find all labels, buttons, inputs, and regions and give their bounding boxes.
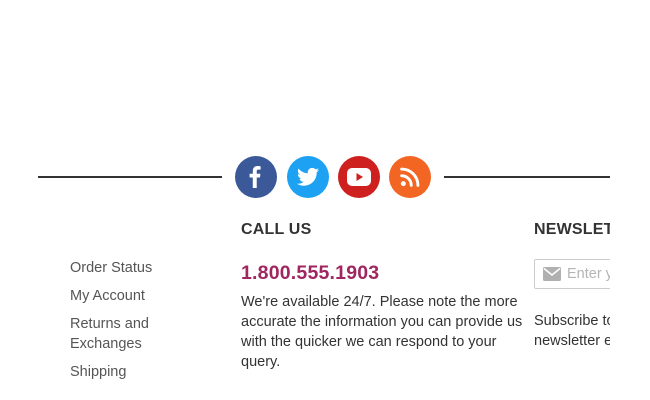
availability-text: We're available 24/7. Please note the mo… [241,294,523,370]
envelope-icon [543,267,561,281]
email-input[interactable] [567,266,610,282]
call-us-section: CALL US 1.800.555.1903 We're available 2… [241,220,531,372]
returns-exchanges-link[interactable]: Returns and Exchanges [70,314,220,354]
subscribe-text: Subscribe to receive our newsletter ever… [534,313,610,349]
newsletter-section: NEWSLETTER Subscribe to receive our news… [534,220,610,349]
newsletter-heading: NEWSLETTER [534,221,610,238]
footer: Order Status My Account Returns and Exch… [0,0,650,400]
phone-number[interactable]: 1.800.555.1903 [241,261,531,285]
call-us-heading: CALL US [241,221,312,238]
email-field[interactable] [534,259,610,289]
shipping-link[interactable]: Shipping [70,362,220,382]
order-status-link[interactable]: Order Status [70,258,220,278]
footer-links: Order Status My Account Returns and Exch… [70,258,220,390]
my-account-link[interactable]: My Account [70,286,220,306]
footer-content: Order Status My Account Returns and Exch… [0,0,610,400]
